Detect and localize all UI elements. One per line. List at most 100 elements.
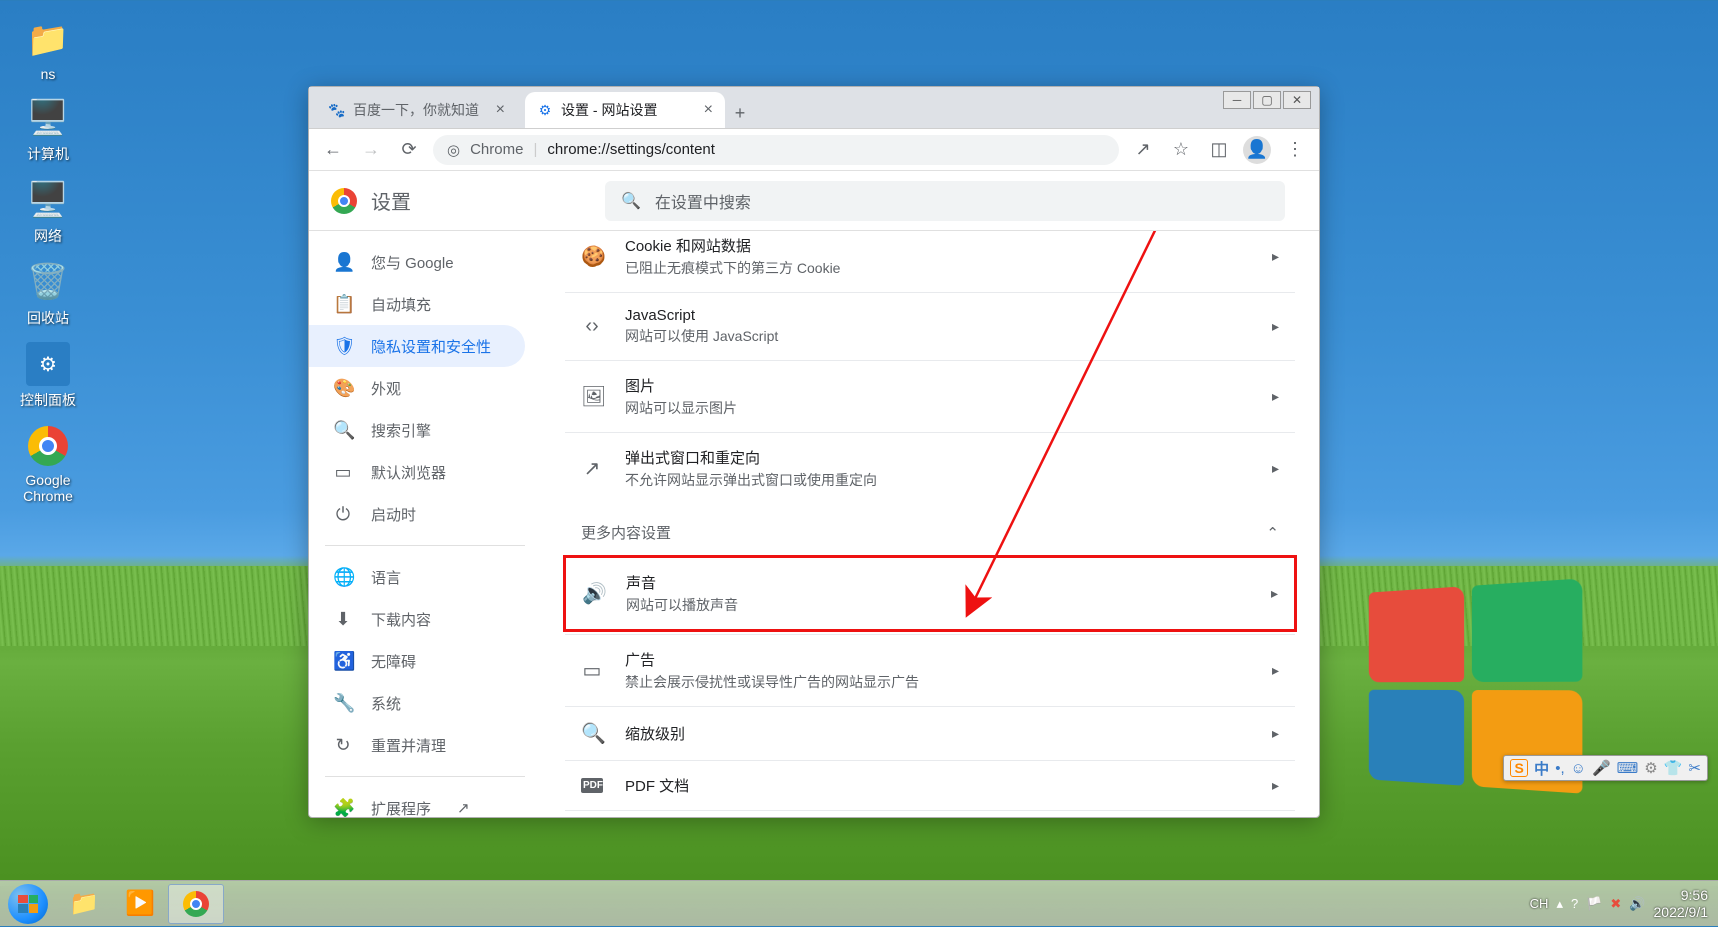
- sidebar-item-downloads[interactable]: ⬇下载内容: [309, 598, 525, 640]
- sogou-ime-icon[interactable]: S: [1510, 759, 1528, 777]
- tray-warning-icon[interactable]: ✖: [1610, 896, 1621, 912]
- settings-search-box[interactable]: 🔍 在设置中搜索: [605, 181, 1285, 221]
- side-panel-button[interactable]: ◫: [1205, 136, 1233, 164]
- chrome-page-icon: ◎: [447, 141, 460, 159]
- content-row-ads[interactable]: ▭ 广告 禁止会展示侵扰性或误导性广告的网站显示广告 ▸: [565, 634, 1295, 706]
- clipboard-icon: 📋: [333, 294, 353, 315]
- shield-icon: 🛡: [333, 336, 353, 357]
- control-panel-icon: ⚙: [26, 342, 70, 386]
- sidebar-item-privacy[interactable]: 🛡隐私设置和安全性: [309, 325, 525, 367]
- content-row-javascript[interactable]: ‹› JavaScript 网站可以使用 JavaScript ▸: [565, 292, 1295, 360]
- reload-button[interactable]: ⟳: [395, 136, 423, 164]
- ime-lang-button[interactable]: 中: [1534, 758, 1549, 779]
- tab-close-button[interactable]: ×: [496, 101, 505, 119]
- sidebar-divider: [325, 545, 525, 546]
- start-button[interactable]: [0, 881, 56, 927]
- ime-skin-button[interactable]: 👕: [1664, 759, 1683, 777]
- forward-button[interactable]: →: [357, 136, 385, 164]
- ime-toolbar[interactable]: S 中 •, ☺ 🎤 ⌨ ⚙ 👕 ✂: [1503, 755, 1708, 781]
- address-bar[interactable]: ◎ Chrome | chrome://settings/content: [433, 135, 1119, 165]
- content-row-protected-content[interactable]: ☑ 受保护内容 ID ▸: [565, 810, 1295, 817]
- search-icon: 🔍: [333, 420, 353, 441]
- content-row-popups[interactable]: ↗ 弹出式窗口和重定向 不允许网站显示弹出式窗口或使用重定向 ▸: [565, 432, 1295, 504]
- globe-icon: 🌐: [333, 567, 353, 588]
- content-row-zoom[interactable]: 🔍 缩放级别 ▸: [565, 706, 1295, 760]
- browser-tab-settings[interactable]: ⚙ 设置 - 网站设置 ×: [525, 92, 725, 128]
- tray-help-icon[interactable]: ?: [1571, 896, 1578, 911]
- desktop-icon-recycle-bin[interactable]: 🗑️ 回收站: [12, 260, 84, 328]
- taskbar-chrome[interactable]: [168, 884, 224, 924]
- row-title: PDF 文档: [625, 775, 1250, 796]
- ime-indicator[interactable]: CH: [1530, 896, 1549, 911]
- sidebar-item-system[interactable]: 🔧系统: [309, 682, 525, 724]
- network-icon: 🖥️: [26, 178, 70, 222]
- sidebar-item-extensions[interactable]: 🧩扩展程序↗: [309, 787, 525, 817]
- settings-favicon-icon: ⚙: [537, 102, 553, 118]
- url-prefix: Chrome: [470, 141, 523, 158]
- sidebar-label: 无障碍: [371, 651, 416, 672]
- chevron-right-icon: ▸: [1272, 777, 1279, 794]
- cookie-icon: 🍪: [581, 244, 603, 269]
- sidebar-label: 语言: [371, 567, 401, 588]
- browser-tab-baidu[interactable]: 🐾 百度一下，你就知道 ×: [317, 92, 517, 128]
- tab-close-button[interactable]: ×: [704, 101, 713, 119]
- sidebar-item-languages[interactable]: 🌐 语言: [309, 556, 525, 598]
- profile-button[interactable]: 👤: [1243, 136, 1271, 164]
- content-row-sound[interactable]: 🔊 声音 网站可以播放声音 ▸: [566, 558, 1294, 629]
- content-row-cookies[interactable]: 🍪 Cookie 和网站数据 已阻止无痕模式下的第三方 Cookie ▸: [565, 231, 1295, 292]
- ime-emoji-button[interactable]: ☺: [1571, 760, 1586, 777]
- content-row-images[interactable]: 🖼 图片 网站可以显示图片 ▸: [565, 360, 1295, 432]
- desktop-icon-control-panel[interactable]: ⚙ 控制面板: [12, 342, 84, 410]
- chevron-right-icon: ▸: [1272, 662, 1279, 679]
- content-row-pdf[interactable]: PDF PDF 文档 ▸: [565, 760, 1295, 810]
- clock-date: 2022/9/1: [1654, 904, 1709, 921]
- taskbar-media-player[interactable]: ▶️: [112, 884, 168, 924]
- clock-time: 9:56: [1654, 887, 1709, 904]
- sidebar-item-appearance[interactable]: 🎨外观: [309, 367, 525, 409]
- browser-icon: ▭: [333, 462, 353, 483]
- back-button[interactable]: ←: [319, 136, 347, 164]
- ime-tools-button[interactable]: ✂: [1688, 759, 1701, 777]
- row-title: 广告: [625, 649, 1250, 670]
- desktop-icon-ns[interactable]: 📁 ns: [12, 18, 84, 82]
- desktop-icon-network[interactable]: 🖥️ 网络: [12, 178, 84, 246]
- close-window-button[interactable]: ✕: [1283, 91, 1311, 109]
- ime-voice-button[interactable]: 🎤: [1592, 759, 1611, 777]
- maximize-button[interactable]: ▢: [1253, 91, 1281, 109]
- settings-body: 👤您与 Google 📋自动填充 🛡隐私设置和安全性 🎨外观 🔍搜索引擎 ▭默认…: [309, 231, 1319, 817]
- tray-flag-icon[interactable]: 🏳️: [1586, 896, 1602, 912]
- taskbar-explorer[interactable]: 📁: [56, 884, 112, 924]
- tray-volume-icon[interactable]: 🔊: [1629, 896, 1645, 912]
- desktop-icon-computer[interactable]: 🖥️ 计算机: [12, 96, 84, 164]
- menu-button[interactable]: ⋮: [1281, 136, 1309, 164]
- row-desc: 网站可以使用 JavaScript: [625, 326, 1250, 346]
- tray-expand-button[interactable]: ▴: [1556, 896, 1563, 912]
- sound-icon: 🔊: [582, 581, 604, 606]
- browser-titlebar: 🐾 百度一下，你就知道 × ⚙ 设置 - 网站设置 × + ─ ▢ ✕: [309, 87, 1319, 129]
- browser-toolbar: ← → ⟳ ◎ Chrome | chrome://settings/conte…: [309, 129, 1319, 171]
- settings-content[interactable]: 🍪 Cookie 和网站数据 已阻止无痕模式下的第三方 Cookie ▸ ‹› …: [541, 231, 1319, 817]
- sidebar-item-on-startup[interactable]: ⏻启动时: [309, 493, 525, 535]
- minimize-button[interactable]: ─: [1223, 91, 1251, 109]
- sidebar-item-search-engine[interactable]: 🔍搜索引擎: [309, 409, 525, 451]
- wrench-icon: 🔧: [333, 693, 353, 714]
- sidebar-label: 启动时: [371, 504, 416, 525]
- sidebar-item-reset[interactable]: ↻重置并清理: [309, 724, 525, 766]
- desktop-icon-chrome[interactable]: Google Chrome: [12, 424, 84, 504]
- ime-keyboard-button[interactable]: ⌨: [1617, 759, 1639, 777]
- ime-settings-button[interactable]: ⚙: [1644, 759, 1657, 777]
- sidebar-item-default-browser[interactable]: ▭默认浏览器: [309, 451, 525, 493]
- ime-punct-button[interactable]: •,: [1555, 760, 1564, 777]
- url-text: chrome://settings/content: [547, 141, 715, 158]
- section-more-content-settings[interactable]: 更多内容设置 ⌃: [565, 504, 1295, 553]
- share-button[interactable]: ↗: [1129, 136, 1157, 164]
- sidebar-item-autofill[interactable]: 📋自动填充: [309, 283, 525, 325]
- new-tab-button[interactable]: +: [725, 98, 755, 128]
- chrome-logo-icon: [331, 188, 357, 214]
- sidebar-item-accessibility[interactable]: ♿无障碍: [309, 640, 525, 682]
- chevron-up-icon: ⌃: [1266, 524, 1279, 542]
- sidebar-item-you-and-google[interactable]: 👤您与 Google: [309, 241, 525, 283]
- sidebar-divider: [325, 776, 525, 777]
- bookmark-button[interactable]: ☆: [1167, 136, 1195, 164]
- taskbar-clock[interactable]: 9:56 2022/9/1: [1654, 887, 1709, 921]
